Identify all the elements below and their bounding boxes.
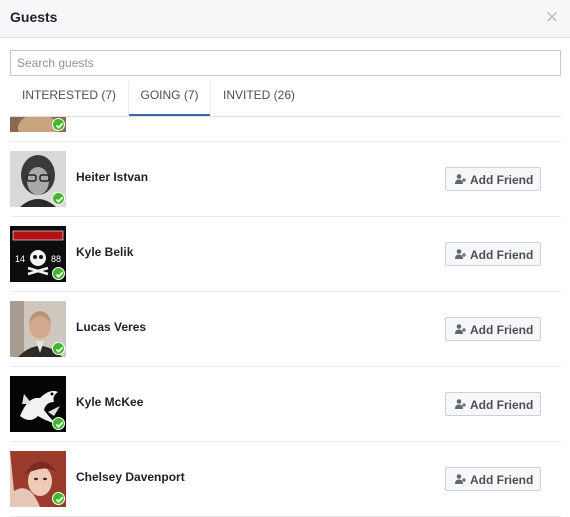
tab-going[interactable]: GOING (7): [129, 81, 210, 116]
going-check-icon: [52, 192, 65, 205]
guest-name[interactable]: Chelsey Davenport: [76, 470, 185, 484]
guest-tabs: INTERESTED (7) GOING (7) INVITED (26): [10, 81, 561, 117]
guest-row: 14 88 Kyle Belik Add Friend: [10, 217, 561, 292]
guests-dialog: Guests ✕ INTERESTED (7) GOING (7) INVITE…: [0, 0, 570, 517]
guest-name[interactable]: Heiter Istvan: [76, 170, 148, 184]
scrollbar[interactable]: [562, 117, 570, 517]
going-check-icon: [52, 342, 65, 355]
add-friend-label: Add Friend: [470, 398, 534, 412]
guest-name[interactable]: Lucas Veres: [76, 320, 146, 334]
add-friend-button[interactable]: Add Friend: [445, 467, 541, 491]
svg-text:14: 14: [15, 254, 25, 264]
dialog-header: Guests ✕: [0, 0, 570, 38]
going-check-icon: [52, 267, 65, 280]
going-check-icon: [52, 118, 65, 131]
going-check-icon: [52, 492, 65, 505]
add-friend-icon: [455, 399, 466, 409]
add-friend-button[interactable]: Add Friend: [445, 242, 541, 266]
tab-interested[interactable]: INTERESTED (7): [22, 81, 130, 116]
add-friend-label: Add Friend: [470, 323, 534, 337]
guest-row: Chelsey Davenport Add Friend: [10, 442, 561, 517]
going-check-icon: [52, 417, 65, 430]
add-friend-icon: [455, 174, 466, 184]
guest-row: [10, 117, 561, 142]
add-friend-label: Add Friend: [470, 473, 534, 487]
add-friend-icon: [455, 324, 466, 334]
tab-divider: [210, 81, 211, 115]
tab-invited[interactable]: INVITED (26): [223, 81, 313, 116]
dialog-title: Guests: [10, 9, 58, 25]
guest-row: Kyle McKee Add Friend: [10, 367, 561, 442]
add-friend-button[interactable]: Add Friend: [445, 392, 541, 416]
guest-name[interactable]: Kyle McKee: [76, 395, 143, 409]
guest-row: Lucas Veres Add Friend: [10, 292, 561, 367]
search-input[interactable]: [10, 50, 561, 76]
svg-text:88: 88: [51, 254, 61, 264]
add-friend-label: Add Friend: [470, 173, 534, 187]
add-friend-button[interactable]: Add Friend: [445, 167, 541, 191]
add-friend-icon: [455, 249, 466, 259]
close-button[interactable]: ✕: [542, 8, 562, 28]
guest-list: Heiter Istvan Add Friend 14 88 Kyle Beli…: [10, 117, 561, 517]
add-friend-button[interactable]: Add Friend: [445, 317, 541, 341]
add-friend-label: Add Friend: [470, 248, 534, 262]
guest-row: Heiter Istvan Add Friend: [10, 142, 561, 217]
close-icon: ✕: [544, 8, 560, 27]
guest-name[interactable]: Kyle Belik: [76, 245, 133, 259]
add-friend-icon: [455, 474, 466, 484]
